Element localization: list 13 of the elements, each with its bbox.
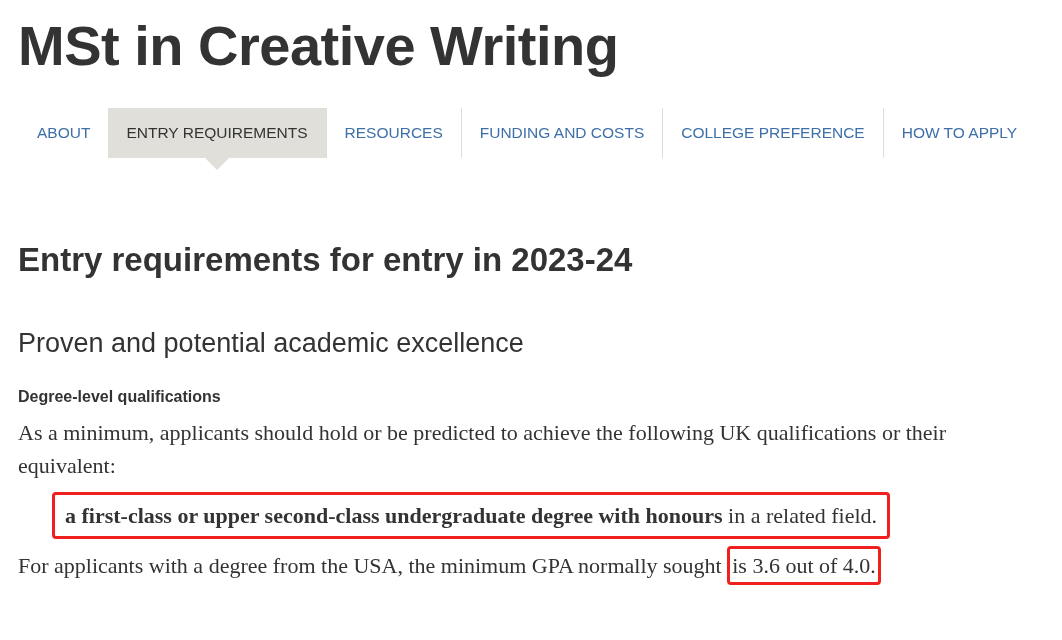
nav-tab[interactable]: COLLEGE PREFERENCE <box>662 108 883 158</box>
tab-pointer-icon <box>205 158 229 170</box>
subheading: Proven and potential academic excellence <box>18 327 525 360</box>
nav-tab[interactable]: FUNDING AND COSTS <box>460 108 663 158</box>
section-label: Degree-level qualifications <box>18 388 222 406</box>
nav-tab[interactable]: RESOURCES <box>325 108 461 158</box>
list-item: a first-class or upper second-class undergraduate degree with honours in a related field. <box>52 492 891 539</box>
nav-tab[interactable]: ABOUT <box>18 108 109 158</box>
page-title: MSt in Creative Writing <box>18 13 620 79</box>
section-heading: Entry requirements for entry in 2023-24 <box>18 240 634 280</box>
gpa-paragraph: For applicants with a degree from the USA, the minimum GPA normally sought is 3.6 out of 4.0. <box>18 549 1018 582</box>
nav-tab[interactable]: HOW TO APPLY <box>882 108 1036 158</box>
intro-paragraph: As a minimum, applicants should hold or be predicted to achieve the following UK qualifications or their equivalent: <box>18 419 948 480</box>
